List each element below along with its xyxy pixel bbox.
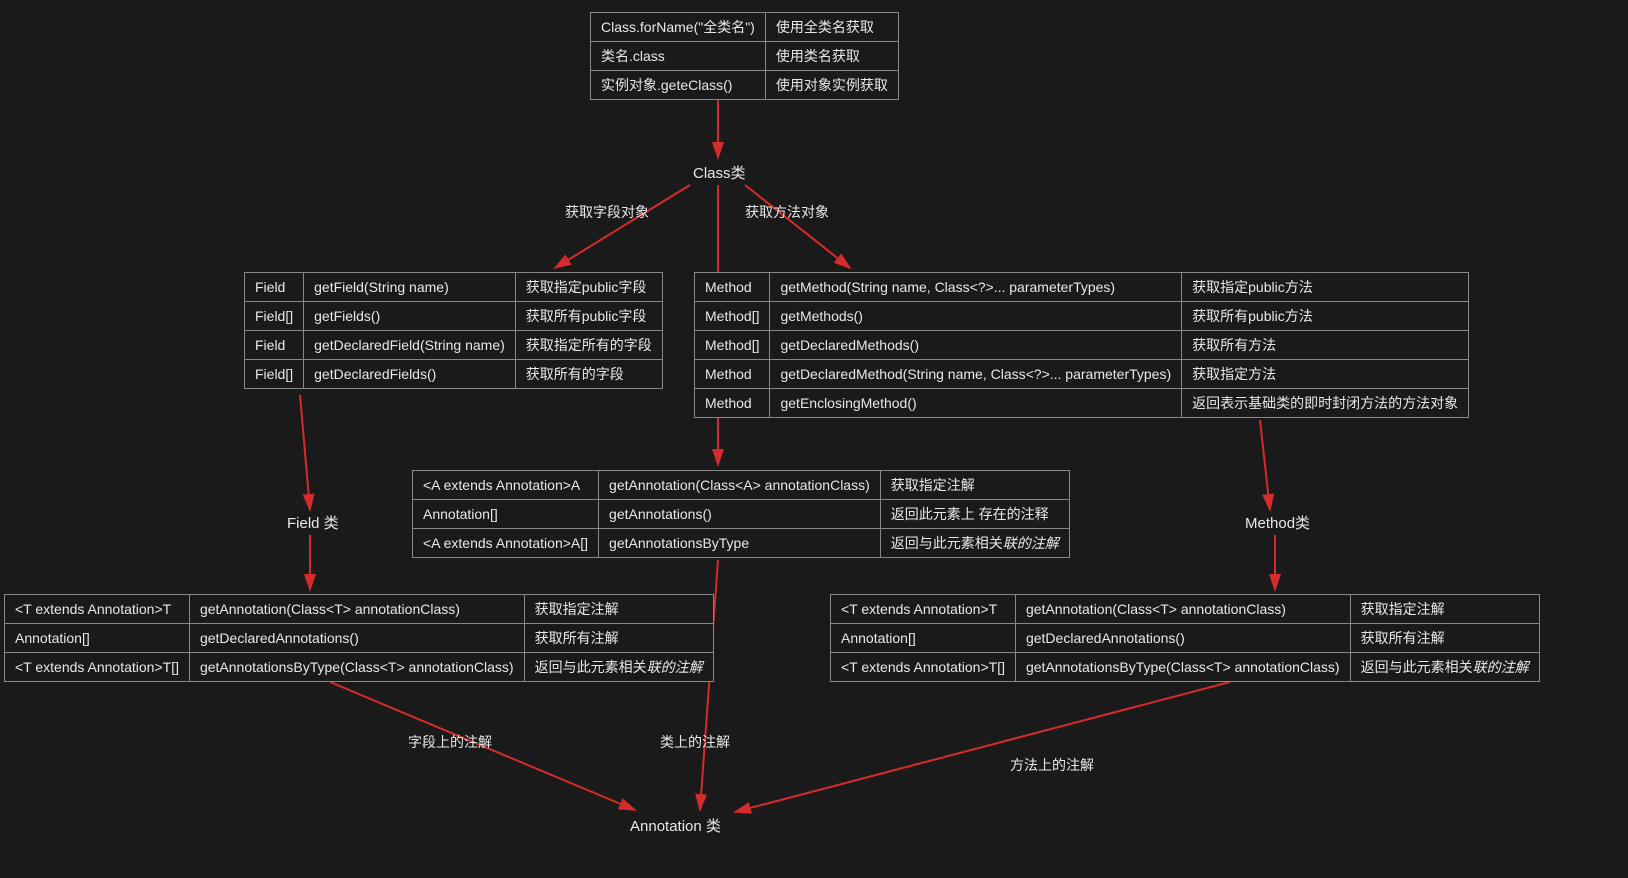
cell: Annotation[] xyxy=(831,624,1016,653)
cell: getDeclaredFields() xyxy=(304,360,516,389)
cell: Field[] xyxy=(245,360,304,389)
cell: 获取指定方法 xyxy=(1182,360,1469,389)
cell: <A extends Annotation>A[] xyxy=(413,529,599,558)
txt: 返回与此元素相关 xyxy=(1361,659,1473,675)
cell: Field[] xyxy=(245,302,304,331)
cell: Annotation[] xyxy=(5,624,190,653)
cell: 返回此元素上 存在的注释 xyxy=(880,500,1069,529)
field-table: FieldgetField(String name)获取指定public字段 F… xyxy=(244,272,663,389)
cell: Method xyxy=(695,273,770,302)
cell: 获取所有的字段 xyxy=(515,360,662,389)
cell: getAnnotations() xyxy=(599,500,881,529)
txt-em: 联的注解 xyxy=(647,659,703,675)
cell: 实例对象.geteClass() xyxy=(591,71,766,100)
edge-label-method-obj: 获取方法对象 xyxy=(745,202,829,222)
cell: getAnnotationsByType xyxy=(599,529,881,558)
field-annotation-table: <T extends Annotation>TgetAnnotation(Cla… xyxy=(4,594,714,682)
cell: 返回表示基础类的即时封闭方法的方法对象 xyxy=(1182,389,1469,418)
cell: 获取指定所有的字段 xyxy=(515,331,662,360)
edge-label-field-anno: 字段上的注解 xyxy=(408,732,492,752)
cell: getAnnotation(Class<T> annotationClass) xyxy=(1015,595,1350,624)
cell: 获取指定public字段 xyxy=(515,273,662,302)
cell: Class.forName("全类名") xyxy=(591,13,766,42)
cell: getAnnotationsByType(Class<T> annotation… xyxy=(189,653,524,682)
cell: getAnnotation(Class<T> annotationClass) xyxy=(189,595,524,624)
cell: 使用全类名获取 xyxy=(765,13,898,42)
class-node: Class类 xyxy=(693,162,746,183)
txt-em: 联的注解 xyxy=(1473,659,1529,675)
cell: Method[] xyxy=(695,331,770,360)
cell: getDeclaredMethod(String name, Class<?>.… xyxy=(770,360,1182,389)
cell: getMethod(String name, Class<?>... param… xyxy=(770,273,1182,302)
txt-em: 联的注解 xyxy=(1003,535,1059,551)
cell: 返回与此元素相关联的注解 xyxy=(524,653,713,682)
field-node: Field 类 xyxy=(287,512,339,533)
cell: 获取指定注解 xyxy=(1350,595,1539,624)
cell: 类名.class xyxy=(591,42,766,71)
cell: getAnnotation(Class<A> annotationClass) xyxy=(599,471,881,500)
cell: getField(String name) xyxy=(304,273,516,302)
cell: Method[] xyxy=(695,302,770,331)
cell: getFields() xyxy=(304,302,516,331)
cell: getMethods() xyxy=(770,302,1182,331)
cell: Method xyxy=(695,389,770,418)
cell: 获取所有注解 xyxy=(524,624,713,653)
cell: <T extends Annotation>T xyxy=(5,595,190,624)
cell: getDeclaredMethods() xyxy=(770,331,1182,360)
cell: Field xyxy=(245,331,304,360)
diagram-arrows xyxy=(0,0,1628,878)
class-acquire-table: Class.forName("全类名")使用全类名获取 类名.class使用类名… xyxy=(590,12,899,100)
cell: Annotation[] xyxy=(413,500,599,529)
cell: getDeclaredField(String name) xyxy=(304,331,516,360)
cell: <A extends Annotation>A xyxy=(413,471,599,500)
cell: 获取所有注解 xyxy=(1350,624,1539,653)
cell: 获取所有public方法 xyxy=(1182,302,1469,331)
txt: 返回与此元素相关 xyxy=(535,659,647,675)
annotation-node: Annotation 类 xyxy=(630,815,721,836)
method-node: Method类 xyxy=(1245,512,1310,533)
edge-label-class-anno: 类上的注解 xyxy=(660,732,730,752)
cell: getAnnotationsByType(Class<T> annotation… xyxy=(1015,653,1350,682)
cell: 使用类名获取 xyxy=(765,42,898,71)
cell: <T extends Annotation>T xyxy=(831,595,1016,624)
method-table: MethodgetMethod(String name, Class<?>...… xyxy=(694,272,1469,418)
cell: getEnclosingMethod() xyxy=(770,389,1182,418)
cell: Method xyxy=(695,360,770,389)
edge-label-field-obj: 获取字段对象 xyxy=(565,202,649,222)
cell: 获取所有方法 xyxy=(1182,331,1469,360)
cell: <T extends Annotation>T[] xyxy=(5,653,190,682)
cell: getDeclaredAnnotations() xyxy=(1015,624,1350,653)
cell: getDeclaredAnnotations() xyxy=(189,624,524,653)
cell: <T extends Annotation>T[] xyxy=(831,653,1016,682)
class-annotation-table: <A extends Annotation>AgetAnnotation(Cla… xyxy=(412,470,1070,558)
cell: 获取指定注解 xyxy=(880,471,1069,500)
method-annotation-table: <T extends Annotation>TgetAnnotation(Cla… xyxy=(830,594,1540,682)
cell: 获取指定public方法 xyxy=(1182,273,1469,302)
cell: 返回与此元素相关联的注解 xyxy=(880,529,1069,558)
txt: 返回与此元素相关 xyxy=(891,535,1003,551)
cell: 使用对象实例获取 xyxy=(765,71,898,100)
edge-label-method-anno: 方法上的注解 xyxy=(1010,755,1094,775)
cell: 获取所有public字段 xyxy=(515,302,662,331)
cell: 返回与此元素相关联的注解 xyxy=(1350,653,1539,682)
cell: 获取指定注解 xyxy=(524,595,713,624)
cell: Field xyxy=(245,273,304,302)
